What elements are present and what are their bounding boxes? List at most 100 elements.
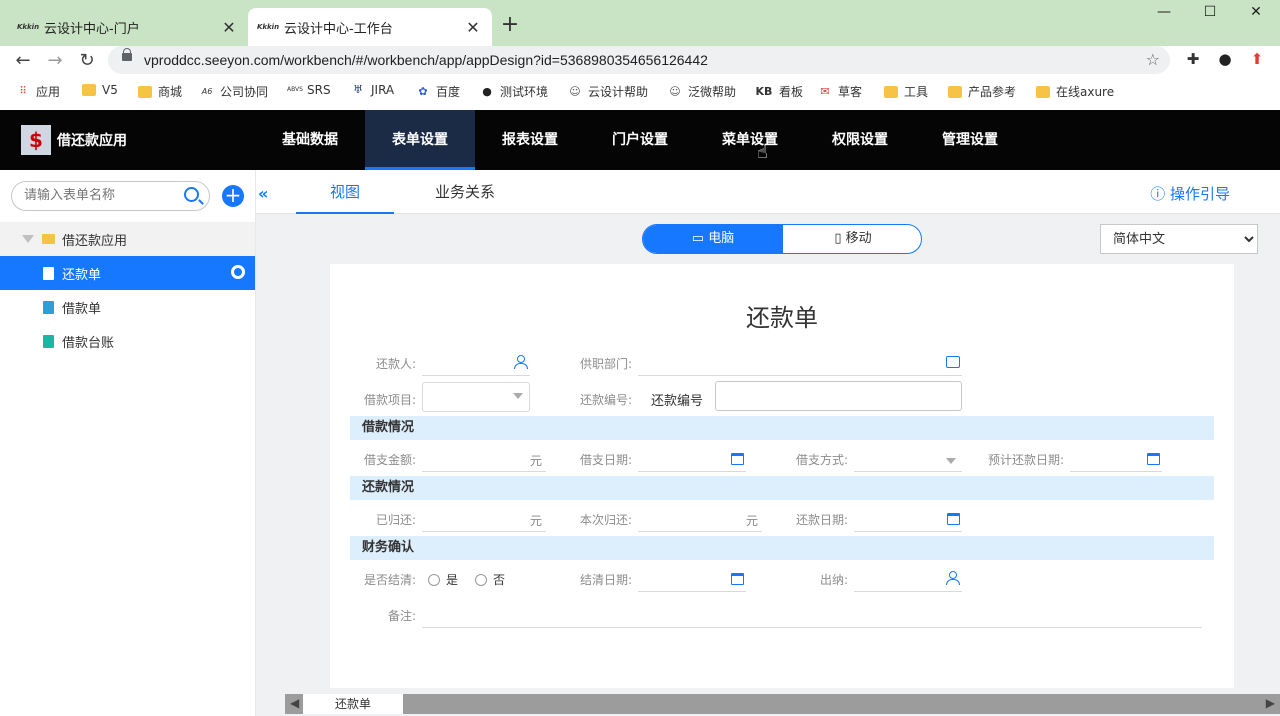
loan-item-label: 借款项目: xyxy=(363,393,416,407)
tab-title: 云设计中心-工作台 xyxy=(284,21,393,37)
user-icon[interactable] xyxy=(514,355,528,369)
this-return-label: 本次归还: xyxy=(579,513,632,527)
repay-date-field[interactable] xyxy=(854,508,962,532)
cashier-field[interactable] xyxy=(854,568,962,592)
device-pc-button[interactable]: ▭ 电脑 xyxy=(643,225,783,253)
remark-field[interactable] xyxy=(422,604,1202,628)
settle-date-label: 结清日期: xyxy=(579,573,632,587)
nav-admin-settings[interactable]: 管理设置 xyxy=(915,110,1025,170)
collapse-sidebar-icon[interactable]: « xyxy=(258,186,274,202)
bookmark-product-ref[interactable]: 产品参考 xyxy=(948,83,1016,100)
repay-date-label: 还款日期: xyxy=(795,513,848,527)
bookmark-tools[interactable]: 工具 xyxy=(884,83,928,100)
app-logo: $ xyxy=(21,125,51,155)
close-icon[interactable]: ✕ xyxy=(464,18,482,37)
bookmark-star-icon[interactable]: ☆ xyxy=(1146,50,1160,69)
gear-icon[interactable] xyxy=(231,265,245,279)
nav-menu-settings[interactable]: 菜单设置 xyxy=(695,110,805,170)
monitor-icon: ▭ xyxy=(691,231,709,246)
nav-portal-settings[interactable]: 门户设置 xyxy=(585,110,695,170)
address-bar[interactable]: vproddcc.seeyon.com/workbench/#/workbenc… xyxy=(108,46,1170,74)
bookmark-srs[interactable]: ABVS SRS xyxy=(287,83,331,97)
lock-icon xyxy=(122,48,132,61)
bookmark-apps[interactable]: ⠿ 应用 xyxy=(16,83,60,100)
ledger-doc-icon xyxy=(43,334,54,348)
minimize-icon[interactable]: — xyxy=(1152,4,1176,24)
reload-icon[interactable]: ↻ xyxy=(74,48,100,74)
nav-report-settings[interactable]: 报表设置 xyxy=(475,110,585,170)
user-icon[interactable] xyxy=(946,571,960,585)
baidu-icon: ✿ xyxy=(418,84,428,98)
bookmark-v5[interactable]: V5 xyxy=(82,83,118,97)
maximize-icon[interactable]: ☐ xyxy=(1198,4,1222,24)
url-text[interactable]: vproddcc.seeyon.com/workbench/#/workbenc… xyxy=(144,52,708,68)
update-icon[interactable]: ⬆ xyxy=(1247,50,1267,70)
bookmark-test-env[interactable]: ● 测试环境 xyxy=(480,83,548,100)
browser-tab-portal[interactable]: Kkkin 云设计中心-门户 ✕ xyxy=(8,8,248,46)
add-form-button[interactable]: + xyxy=(222,185,244,207)
nav-form-settings[interactable]: 表单设置 xyxy=(365,110,475,170)
scroll-right-icon[interactable]: ▶ xyxy=(1266,696,1275,710)
sidebar-item-label: 还款单 xyxy=(62,267,102,283)
expected-date-field[interactable] xyxy=(1070,448,1162,472)
form-title: 还款单 xyxy=(746,304,818,332)
bookmark-weaver-help[interactable]: ☺ 泛微帮助 xyxy=(668,83,736,100)
bookmark-caoke[interactable]: ✉ 草客 xyxy=(818,83,862,100)
sidebar-item-repayment-form[interactable]: 还款单 xyxy=(0,256,255,290)
bookmark-cloud-help[interactable]: ☺ 云设计帮助 xyxy=(568,83,648,100)
search-icon[interactable] xyxy=(184,187,199,202)
tree-root[interactable]: 借还款应用 xyxy=(0,222,255,256)
bookmark-axure[interactable]: 在线axure xyxy=(1036,83,1114,100)
app-name: 借还款应用 xyxy=(57,133,127,149)
tab-view[interactable]: 视图 xyxy=(296,170,394,214)
close-icon[interactable]: ✕ xyxy=(220,18,238,37)
settled-no-radio[interactable]: 否 xyxy=(475,571,505,588)
repayer-field[interactable] xyxy=(422,352,530,376)
bookmark-kanban[interactable]: KB 看板 xyxy=(755,83,803,100)
section-finance: 财务确认 xyxy=(350,536,1214,560)
repay-no-input[interactable] xyxy=(715,381,962,411)
loan-item-select[interactable] xyxy=(422,382,530,412)
calendar-icon[interactable] xyxy=(731,573,744,585)
forward-icon[interactable]: → xyxy=(42,48,68,74)
bookmark-jira[interactable]: ♅ JIRA xyxy=(351,83,394,97)
borrow-date-field[interactable] xyxy=(638,448,746,472)
language-select[interactable]: 简体中文 xyxy=(1100,224,1258,254)
borrow-amount-field[interactable]: 元 xyxy=(422,448,546,472)
form-search[interactable] xyxy=(11,181,210,211)
operation-guide-link[interactable]: ⓘ 操作引导 xyxy=(1150,183,1230,204)
device-mobile-button[interactable]: ▯ 移动 xyxy=(783,225,921,253)
repayer-label: 还款人: xyxy=(375,357,416,371)
browser-tab-workbench[interactable]: Kkkin 云设计中心-工作台 ✕ xyxy=(248,8,492,46)
borrow-method-field[interactable] xyxy=(854,448,962,472)
tab-business-relations[interactable]: 业务关系 xyxy=(416,170,514,214)
radio-circle-icon[interactable] xyxy=(475,573,487,586)
window-close-icon[interactable]: ✕ xyxy=(1244,4,1268,24)
sheet-tab[interactable]: 还款单 xyxy=(303,694,403,714)
search-input[interactable] xyxy=(24,188,174,203)
dept-field[interactable] xyxy=(638,352,962,376)
nav-basic-data[interactable]: 基础数据 xyxy=(255,110,365,170)
scroll-left-icon[interactable]: ◀ xyxy=(290,696,299,710)
sidebar-item-loan-form[interactable]: 借款单 xyxy=(0,290,255,324)
bookmark-collab[interactable]: A6 公司协同 xyxy=(200,83,268,100)
extensions-icon[interactable]: ✚ xyxy=(1183,50,1203,70)
calendar-icon[interactable] xyxy=(731,453,744,465)
new-tab-icon[interactable]: + xyxy=(500,12,520,37)
nav-permission-settings[interactable]: 权限设置 xyxy=(805,110,915,170)
settle-date-field[interactable] xyxy=(638,568,746,592)
caret-down-icon[interactable] xyxy=(22,235,34,243)
kb-icon: KB xyxy=(755,84,773,98)
bookmark-baidu[interactable]: ✿ 百度 xyxy=(416,83,460,100)
radio-circle-icon[interactable] xyxy=(428,573,440,586)
bookmark-mall[interactable]: 商城 xyxy=(138,83,182,100)
sidebar-item-loan-ledger[interactable]: 借款台账 xyxy=(0,324,255,358)
calendar-icon[interactable] xyxy=(947,513,960,525)
this-return-field[interactable]: 元 xyxy=(638,508,762,532)
settled-yes-radio[interactable]: 是 xyxy=(428,571,458,588)
returned-field[interactable]: 元 xyxy=(422,508,546,532)
profile-icon[interactable]: ● xyxy=(1215,50,1235,70)
calendar-icon[interactable] xyxy=(1147,453,1160,465)
department-icon[interactable] xyxy=(946,356,960,368)
back-icon[interactable]: ← xyxy=(10,48,36,74)
